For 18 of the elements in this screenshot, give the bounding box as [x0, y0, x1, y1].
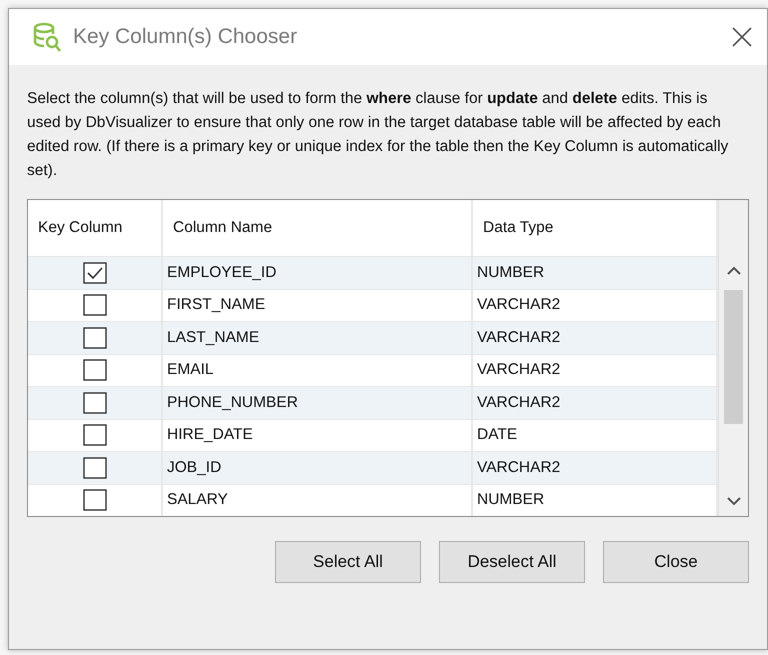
checkbox[interactable] [82, 326, 108, 350]
close-icon[interactable] [731, 26, 753, 48]
checkbox[interactable] [82, 390, 108, 415]
scroll-thumb[interactable] [724, 290, 743, 424]
checkbox[interactable] [82, 456, 108, 480]
description-text: Select the column(s) that will be used to form the where clause for update and delete edits. This is used by DbVisualizer to ensure that only one row in the target database table will be affected by each edited row. (If there is a primary key or unique index for the table then the Key Column is automatically set). [27, 89, 730, 181]
checkbox[interactable] [82, 260, 108, 285]
dialog-button[interactable]: Close [603, 541, 749, 583]
window-title: Key Column(s) Chooser [73, 25, 298, 49]
dialog-button[interactable]: Select All [275, 541, 421, 583]
checkbox[interactable] [82, 358, 108, 382]
table-cell: SALARY [163, 484, 473, 516]
checkbox[interactable] [82, 488, 108, 512]
dialog-button[interactable]: Deselect All [439, 541, 585, 583]
scrollbar[interactable] [718, 200, 748, 516]
checkbox[interactable] [82, 293, 108, 318]
database-search-icon [33, 22, 61, 52]
checkbox[interactable] [82, 423, 108, 448]
